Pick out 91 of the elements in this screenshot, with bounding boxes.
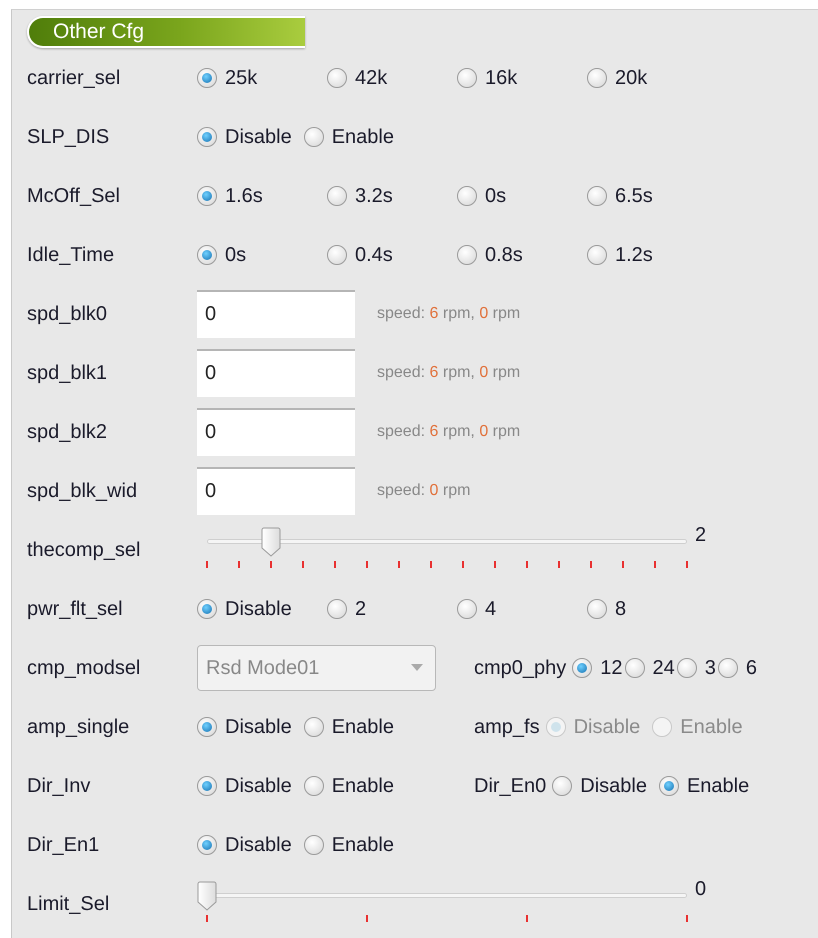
radio-option[interactable]: 2 (327, 594, 457, 624)
speed-text: speed: 6 rpm, 0 rpm (377, 304, 520, 324)
input-field[interactable]: 0 (197, 348, 355, 396)
radio-button[interactable] (304, 776, 324, 796)
radio-button[interactable] (587, 244, 607, 264)
radio-button[interactable] (457, 186, 477, 206)
radio-button[interactable] (658, 776, 679, 796)
field-label: amp_single (27, 714, 130, 740)
radio-button[interactable] (327, 186, 347, 206)
slider-thumb[interactable] (260, 526, 281, 556)
radio-button[interactable] (676, 658, 697, 678)
speed-text: speed: 6 rpm, 0 rpm (377, 422, 520, 442)
field-label: pwr_flt_sel (27, 596, 124, 622)
radio-button[interactable] (304, 126, 324, 146)
input-field[interactable]: 0 (197, 466, 355, 514)
radio-button[interactable] (197, 244, 217, 264)
field-label: spd_blk2 (27, 420, 108, 444)
field-label: Dir_En1 (27, 832, 100, 858)
radio-option[interactable]: 24 (624, 652, 675, 682)
input-field[interactable]: 0 (197, 290, 355, 338)
radio-option[interactable]: 0s (457, 180, 587, 210)
radio-option[interactable]: 8 (587, 594, 717, 624)
radio-option[interactable]: 25k (197, 62, 327, 92)
radio-button[interactable] (197, 776, 217, 796)
field-label: SLP_DIS (27, 124, 110, 150)
radio-option[interactable]: Enable (658, 770, 750, 800)
radio-option[interactable]: Enable (304, 770, 394, 800)
field-label: amp_fs (474, 714, 540, 740)
radio-button[interactable] (457, 68, 477, 88)
radio-option[interactable]: Disable (197, 712, 292, 742)
radio-option[interactable]: 3.2s (327, 180, 457, 210)
radio-button[interactable] (587, 68, 607, 88)
radio-option[interactable]: 42k (327, 62, 457, 92)
radio-option[interactable]: 0.8s (457, 240, 587, 270)
radio-button[interactable] (304, 716, 324, 736)
radio-button[interactable] (197, 598, 217, 618)
radio-option[interactable]: 20k (587, 62, 717, 92)
slider-value: 2 (695, 523, 706, 548)
radio-button[interactable] (197, 716, 217, 736)
radio-button[interactable] (457, 244, 477, 264)
radio-option[interactable]: 1.2s (587, 240, 717, 270)
radio-option[interactable]: 4 (457, 594, 587, 624)
radio-option[interactable]: Disable (197, 122, 292, 152)
field-label: Idle_Time (27, 242, 116, 268)
speed-text: speed: 6 rpm, 0 rpm (377, 362, 520, 382)
radio-button[interactable] (572, 658, 592, 678)
radio-option[interactable]: 0s (197, 240, 327, 270)
field-label: spd_blk0 (27, 302, 108, 326)
field-label: Dir_Inv (27, 774, 92, 798)
radio-option[interactable]: Disable (552, 770, 647, 800)
field-label: Limit_Sel (27, 892, 110, 916)
radio-option[interactable]: 16k (457, 62, 587, 92)
radio-option[interactable]: 6.5s (587, 180, 717, 210)
radio-option[interactable]: Enable (304, 122, 394, 152)
radio-button[interactable] (197, 126, 217, 146)
field-label: spd_blk_wid (27, 478, 138, 504)
radio-button[interactable] (327, 598, 347, 618)
radio-button[interactable] (587, 598, 607, 618)
field-label: McOff_Sel (27, 184, 121, 208)
radio-button[interactable] (587, 186, 607, 206)
radio-button[interactable] (197, 68, 217, 88)
radio-button[interactable] (327, 244, 347, 264)
speed-text: speed: 0 rpm (377, 480, 470, 500)
radio-option[interactable]: Disable (197, 830, 292, 860)
radio-option[interactable]: Enable (304, 830, 394, 860)
field-label: cmp_modsel (27, 656, 142, 680)
radio-option[interactable]: Enable (304, 712, 394, 742)
field-label: thecomp_sel (27, 538, 142, 562)
radio-button[interactable] (327, 68, 347, 88)
field-label: Dir_En0 (474, 774, 546, 798)
radio-option[interactable]: 12 (572, 652, 623, 682)
radio-option[interactable]: 0.4s (327, 240, 457, 270)
radio-button[interactable] (624, 658, 645, 678)
radio-option[interactable]: Disable (197, 594, 327, 624)
input-field[interactable]: 0 (197, 408, 355, 456)
radio-option[interactable]: 1.6s (197, 180, 327, 210)
radio-button[interactable] (552, 776, 572, 796)
slider-thumb[interactable] (197, 880, 217, 910)
radio-button[interactable] (457, 598, 477, 618)
field-label: cmp0_phy (474, 656, 566, 680)
caret-icon (411, 664, 423, 671)
field-label: spd_blk1 (27, 360, 108, 386)
radio-button[interactable] (197, 834, 217, 854)
slider-value: 0 (695, 877, 706, 902)
radio-button[interactable] (304, 834, 324, 854)
field-label: carrier_sel (27, 66, 122, 90)
radio-button[interactable] (718, 658, 738, 678)
radio-option[interactable]: Disable (197, 770, 292, 800)
radio-option[interactable]: 6 (718, 652, 758, 682)
radio-option[interactable]: 3 (676, 652, 716, 682)
radio-button[interactable] (197, 186, 217, 206)
